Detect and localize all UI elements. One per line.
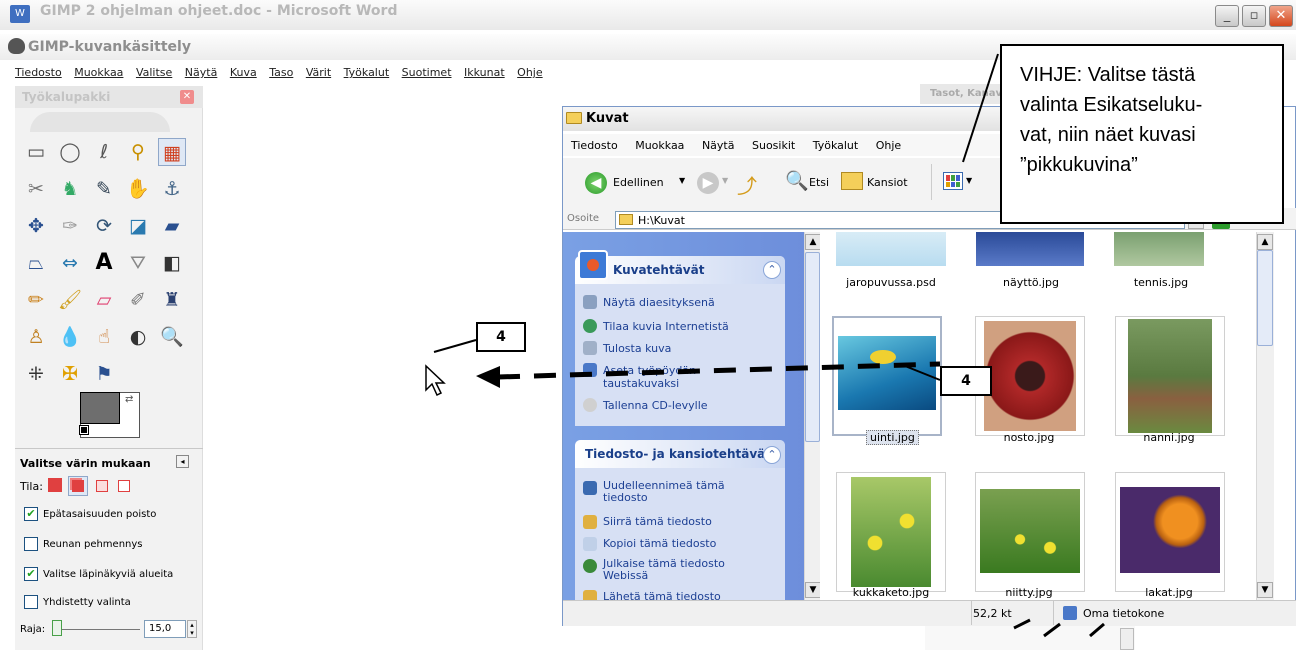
step-number-right: 4 xyxy=(940,366,992,396)
step-number-left: 4 xyxy=(476,322,526,352)
hint-line-4: ”pikkukuvina” xyxy=(1020,154,1138,176)
hint-line-1: VIHJE: Valitse tästä xyxy=(1020,64,1196,86)
hint-callout: VIHJE: Valitse tästä valinta Esikatseluk… xyxy=(1000,44,1284,224)
hint-line-3: vat, niin näet kuvasi xyxy=(1020,124,1196,146)
mouse-pointer-icon xyxy=(425,364,446,397)
hint-line-2: valinta Esikatseluku- xyxy=(1020,94,1203,116)
